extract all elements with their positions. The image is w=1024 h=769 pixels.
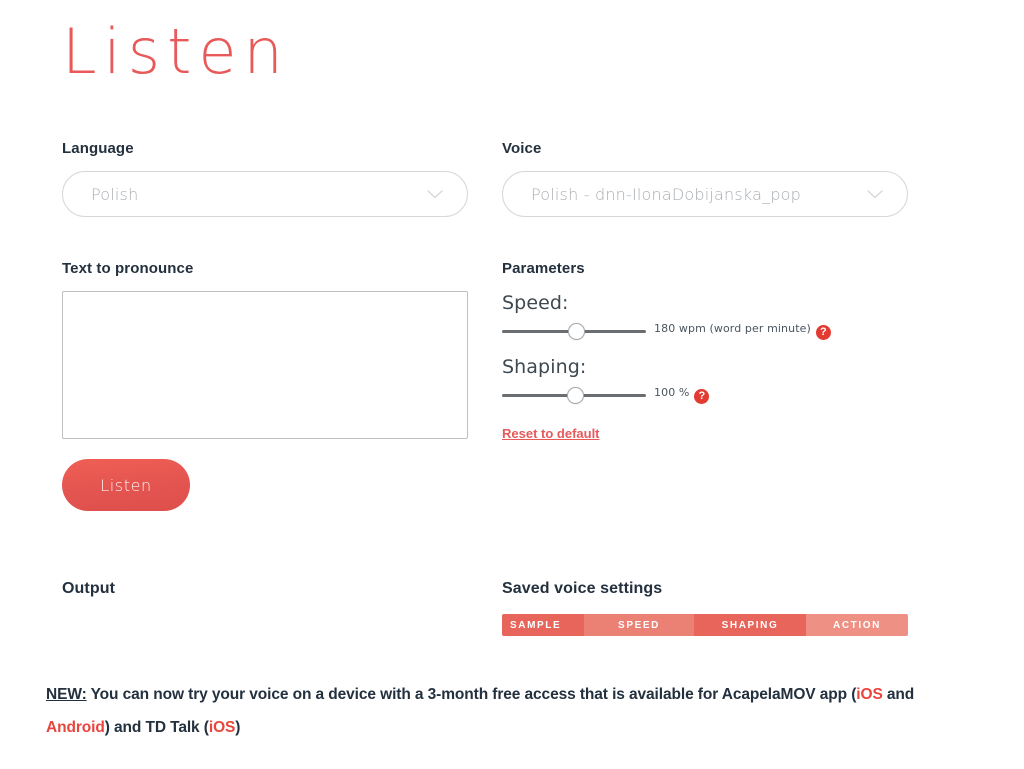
column-header-sample[interactable]: SAMPLE: [502, 614, 584, 636]
shaping-value-text: 100 %: [654, 386, 690, 399]
voice-select-value: Polish - dnn-IlonaDobijanska_pop: [531, 184, 802, 204]
speed-slider[interactable]: [502, 321, 646, 341]
language-label: Language: [62, 140, 134, 157]
footer-text-4: ): [235, 719, 241, 736]
ios-link-2[interactable]: iOS: [209, 719, 236, 736]
footer-announcement: NEW: You can now try your voice on a dev…: [46, 678, 946, 744]
text-to-pronounce-input[interactable]: [62, 291, 468, 439]
output-section: Output: [62, 580, 468, 598]
reset-to-default-link[interactable]: Reset to default: [502, 426, 600, 441]
speed-label: Speed:: [502, 292, 569, 314]
speed-slider-thumb[interactable]: [568, 322, 586, 340]
saved-voice-settings-table-header: SAMPLE SPEED SHAPING ACTION: [502, 614, 908, 636]
android-link[interactable]: Android: [46, 719, 105, 736]
question-mark-icon[interactable]: ?: [694, 389, 710, 404]
listen-button[interactable]: Listen: [62, 459, 190, 511]
parameters-heading: Parameters: [502, 260, 585, 277]
voice-select[interactable]: Polish - dnn-IlonaDobijanska_pop: [502, 171, 908, 217]
speed-caption: 180 wpm (word per minute)?: [654, 322, 831, 340]
left-column: Language Polish Text to pronounce Listen: [62, 140, 468, 511]
footer-text-1: You can now try your voice on a device w…: [86, 686, 857, 703]
column-header-speed[interactable]: SPEED: [584, 614, 694, 636]
language-select-value: Polish: [91, 184, 139, 204]
output-heading: Output: [62, 580, 116, 597]
chevron-down-icon: [425, 184, 445, 204]
column-header-shaping[interactable]: SHAPING: [694, 614, 806, 636]
new-tag: NEW:: [46, 686, 87, 703]
shaping-caption: 100 %?: [654, 386, 710, 404]
question-mark-icon[interactable]: ?: [815, 325, 831, 340]
column-header-action[interactable]: ACTION: [806, 614, 908, 636]
footer-text-3: ) and TD Talk (: [104, 719, 209, 736]
shaping-slider-row: 100 %?: [502, 384, 908, 406]
saved-voice-settings-section: Saved voice settings SAMPLE SPEED SHAPIN…: [502, 580, 908, 636]
text-to-pronounce-label: Text to pronounce: [62, 260, 194, 277]
shaping-slider-thumb[interactable]: [566, 386, 584, 404]
shaping-slider[interactable]: [502, 385, 646, 405]
ios-link-1[interactable]: iOS: [856, 686, 883, 703]
speed-value-text: 180 wpm (word per minute): [654, 322, 811, 335]
footer-text-2: and: [882, 686, 915, 703]
saved-voice-settings-heading: Saved voice settings: [502, 580, 663, 597]
shaping-label: Shaping:: [502, 356, 587, 378]
chevron-down-icon: [865, 184, 885, 204]
voice-label: Voice: [502, 140, 542, 157]
speed-slider-row: 180 wpm (word per minute)?: [502, 320, 908, 342]
right-column: Voice Polish - dnn-IlonaDobijanska_pop P…: [502, 140, 908, 443]
language-select[interactable]: Polish: [62, 171, 468, 217]
page-title: Listen: [62, 15, 290, 88]
